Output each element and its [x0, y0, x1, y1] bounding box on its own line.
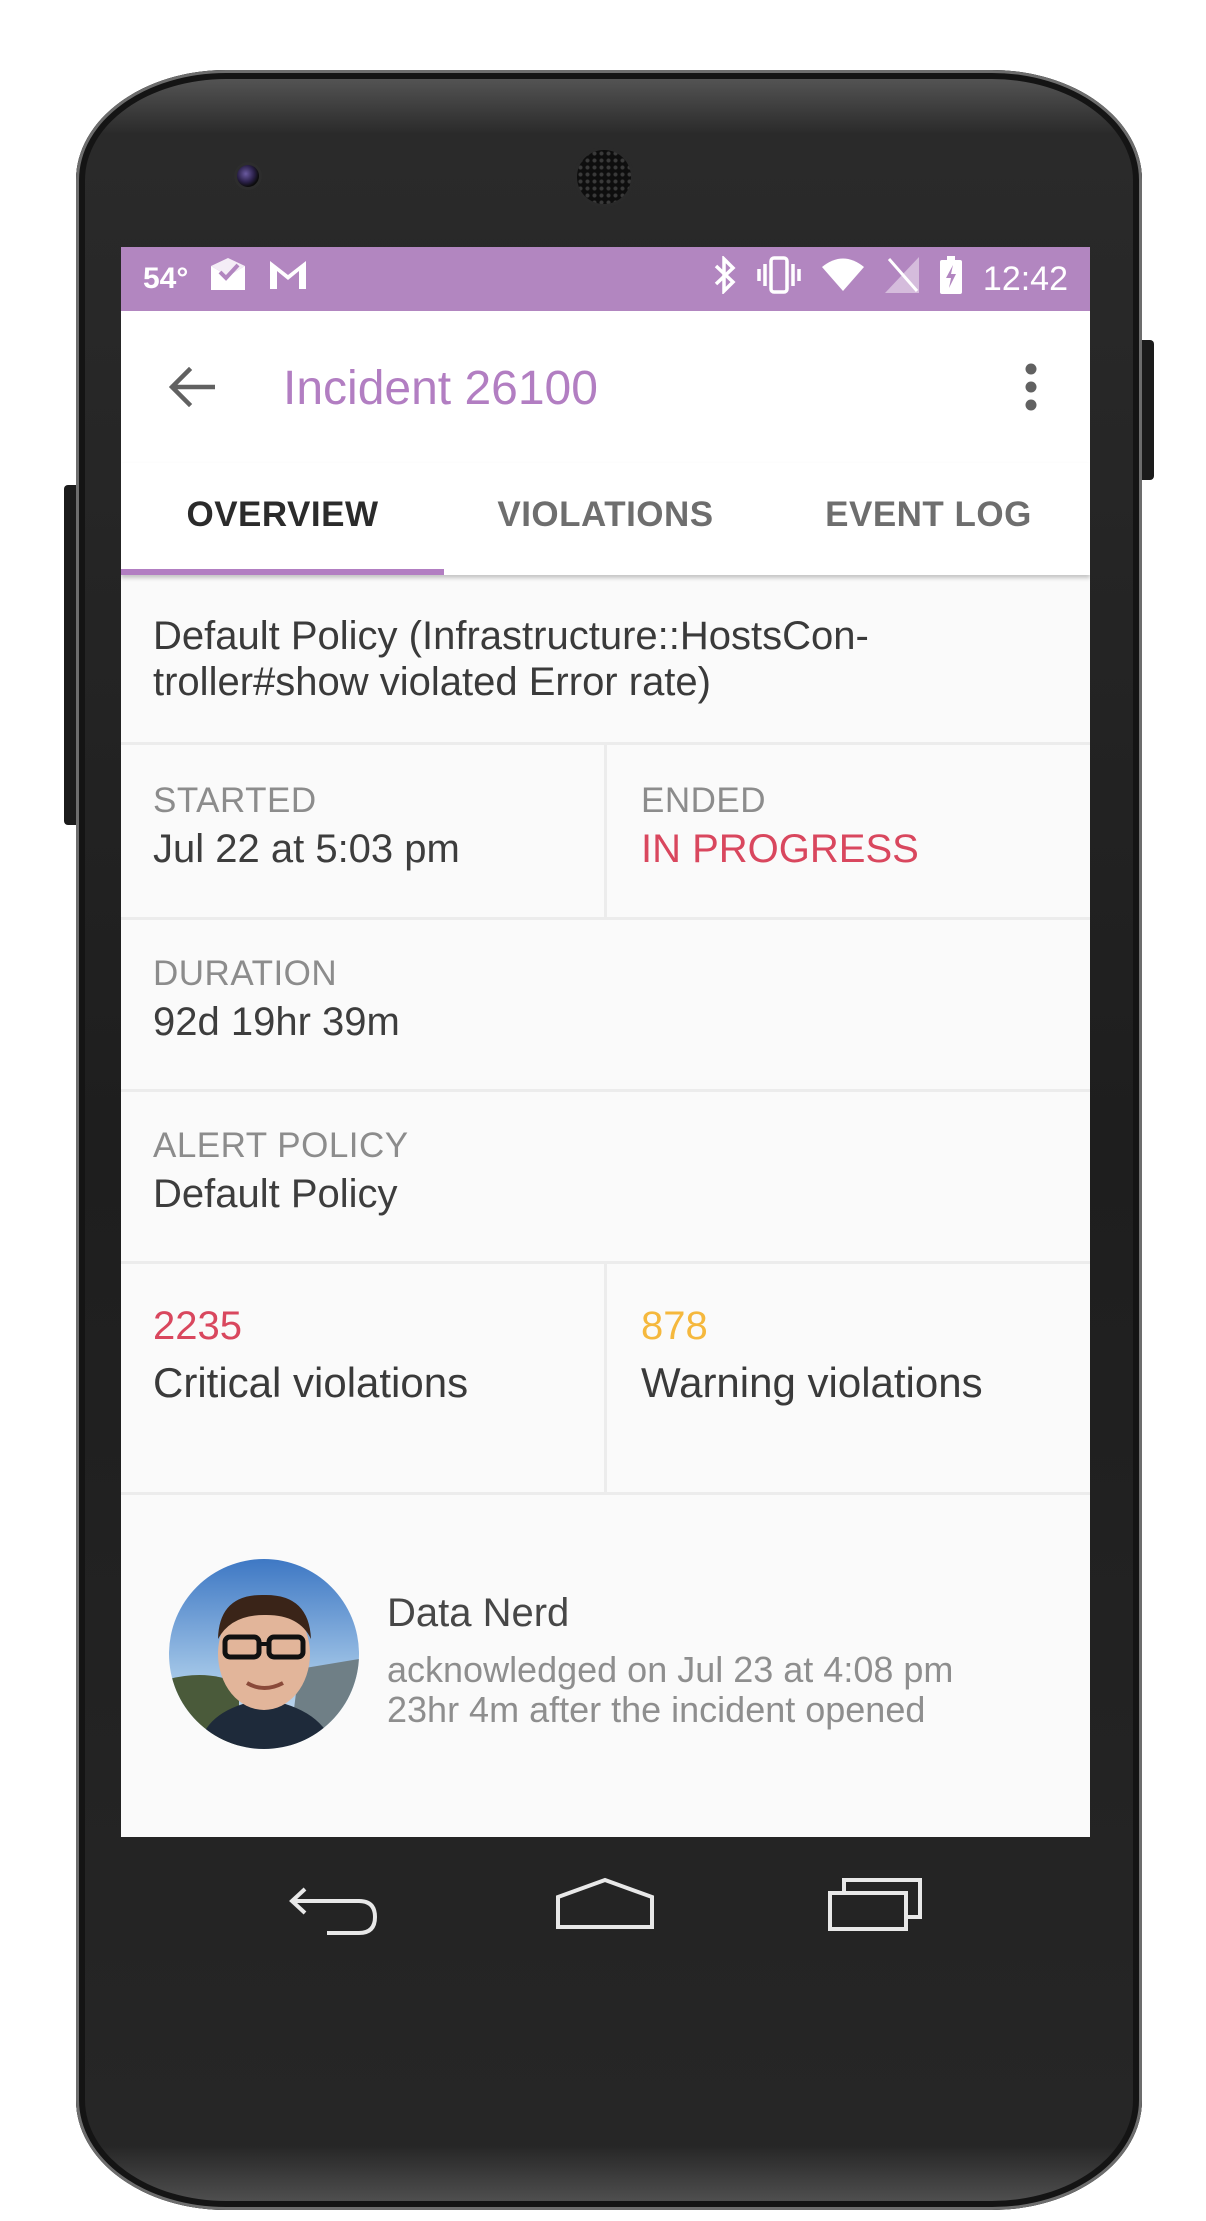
power-button [1140, 340, 1154, 480]
ended-value: IN PROGRESS [641, 827, 919, 871]
earpiece-speaker [577, 150, 631, 204]
ended-cell: ENDED IN PROGRESS [604, 745, 1087, 917]
gmail-icon [268, 259, 308, 299]
acknowledger-name: Data Nerd [387, 1591, 570, 1635]
acknowledged-elapsed: 23hr 4m after the incident opened [387, 1689, 926, 1730]
wifi-icon [821, 258, 865, 300]
back-icon [289, 1887, 378, 1935]
critical-label: Critical violations [153, 1359, 469, 1406]
warning-violations-cell[interactable]: 878 Warning violations [604, 1264, 1087, 1492]
app-bar: Incident 26100 [121, 311, 1090, 463]
tab-overview[interactable]: OVERVIEW [121, 463, 444, 575]
temperature-text: 54° [143, 262, 189, 295]
home-icon [556, 1877, 654, 1929]
avatar [169, 1559, 359, 1749]
no-sim-icon [884, 257, 919, 301]
vibrate-icon [757, 256, 801, 302]
recents-icon [828, 1878, 922, 1931]
back-arrow-button[interactable] [168, 366, 216, 408]
mail-check-icon [208, 258, 248, 300]
tab-violations[interactable]: VIOLATIONS [444, 463, 767, 575]
nav-back-button[interactable] [289, 1881, 381, 1942]
critical-violations-cell[interactable]: 2235 Critical violations [121, 1264, 604, 1492]
page-title: Incident 26100 [283, 362, 598, 415]
started-cell: STARTED Jul 22 at 5:03 pm [121, 745, 604, 917]
alert-policy-value: Default Policy [153, 1172, 398, 1216]
clock-text: 12:42 [982, 259, 1068, 298]
battery-charging-icon [939, 256, 963, 302]
duration-row: DURATION 92d 19hr 39m [121, 920, 1090, 1092]
alert-policy-label: ALERT POLICY [153, 1126, 409, 1165]
app-screen: 54° 12:42 Incident 26100 OVERVIEW VIOLAT… [121, 247, 1090, 1837]
acknowledged-time: acknowledged on Jul 23 at 4:08 pm [387, 1649, 954, 1690]
times-row: STARTED Jul 22 at 5:03 pm ENDED IN PROGR… [121, 745, 1090, 920]
nav-recents-button[interactable] [827, 1877, 923, 1938]
system-nav-bar [121, 1837, 1090, 1982]
acknowledgement-card: Data Nerd acknowledged on Jul 23 at 4:08… [121, 1495, 1090, 1815]
more-vert-icon [1025, 363, 1037, 411]
status-bar: 54° 12:42 [121, 247, 1090, 311]
incident-description: Default Policy (Infrastructure::HostsCon… [121, 575, 1090, 745]
tab-bar: OVERVIEW VIOLATIONS EVENT LOG [121, 463, 1090, 575]
description-line-1: Default Policy (Infrastructure::HostsCon… [153, 614, 869, 658]
front-camera [237, 165, 259, 187]
started-label: STARTED [153, 781, 317, 820]
nav-home-button[interactable] [555, 1877, 655, 1938]
bluetooth-icon [713, 254, 737, 302]
duration-label: DURATION [153, 954, 338, 993]
violation-counts-row: 2235 Critical violations 878 Warning vio… [121, 1264, 1090, 1495]
alert-policy-row: ALERT POLICY Default Policy [121, 1092, 1090, 1264]
tab-event-log[interactable]: EVENT LOG [767, 463, 1090, 575]
warning-count: 878 [641, 1304, 708, 1348]
ended-label: ENDED [641, 781, 767, 820]
critical-count: 2235 [153, 1304, 242, 1348]
overflow-menu-button[interactable] [1016, 355, 1046, 419]
overview-content: Default Policy (Infrastructure::HostsCon… [121, 575, 1090, 1815]
duration-value: 92d 19hr 39m [153, 1000, 400, 1044]
back-arrow-icon [168, 366, 216, 408]
warning-label: Warning violations [641, 1359, 983, 1406]
started-value: Jul 22 at 5:03 pm [153, 827, 460, 871]
description-line-2: troller#show violated Error rate) [153, 660, 711, 704]
